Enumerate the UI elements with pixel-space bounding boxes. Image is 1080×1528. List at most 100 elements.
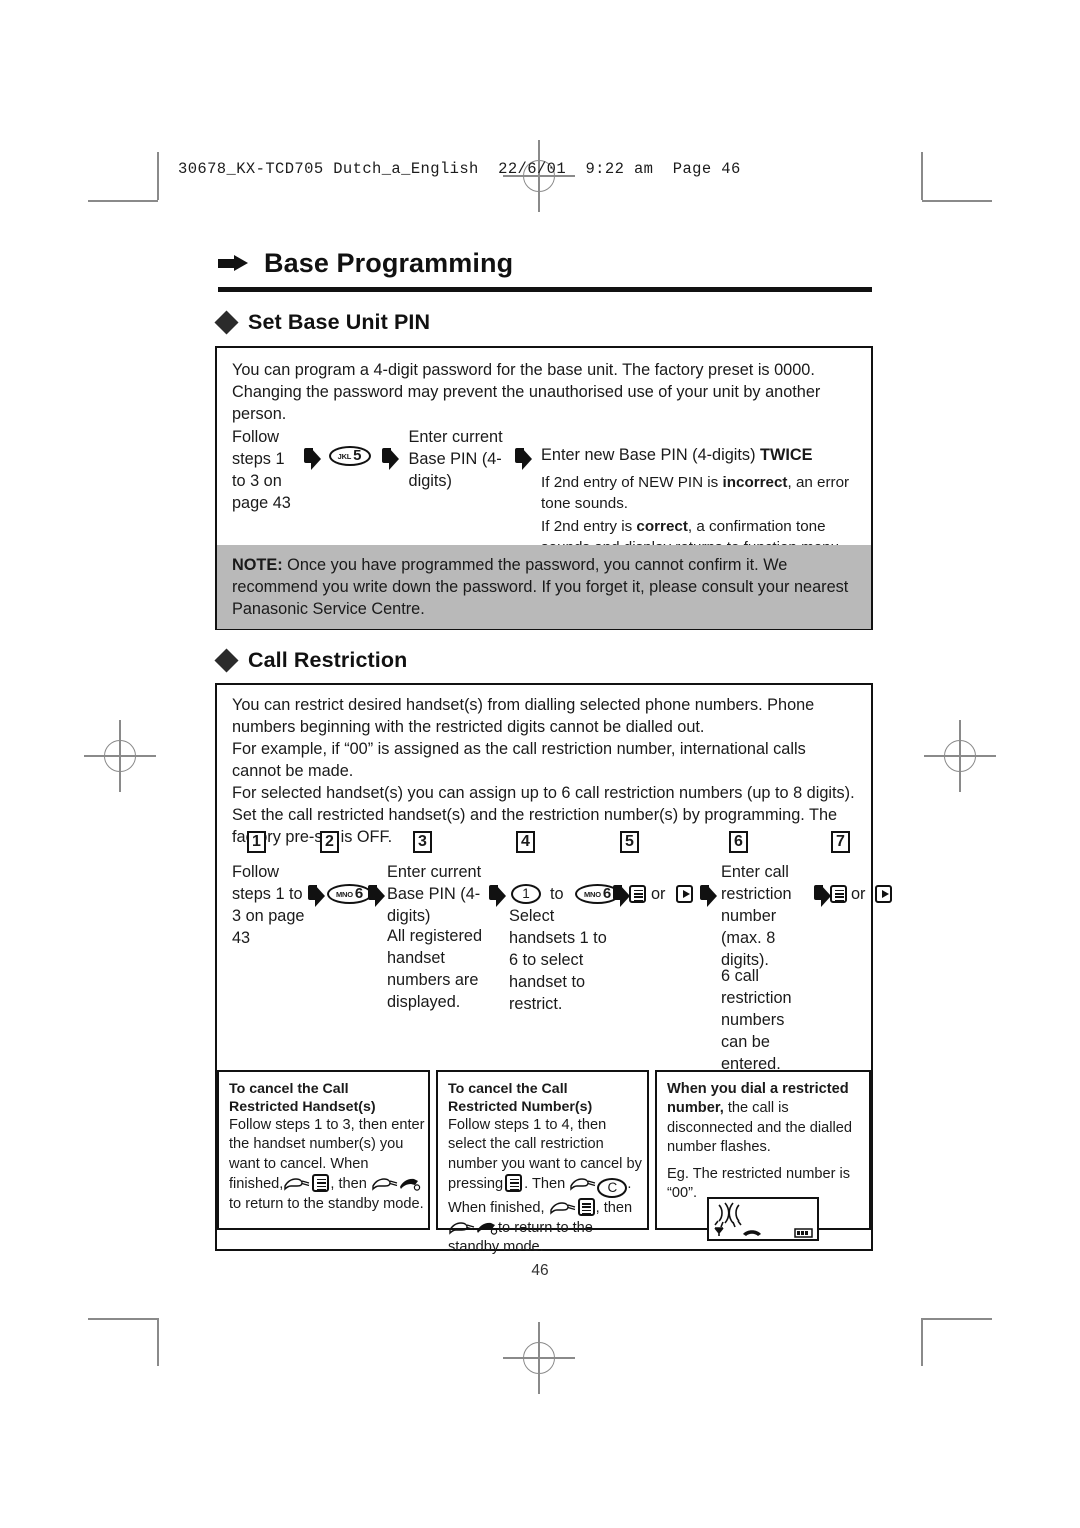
keypad-key-6-icon: MNO 6 — [327, 884, 373, 904]
trim-line-top-left — [88, 200, 158, 202]
menu-button-icon — [577, 1198, 595, 1217]
tip-box-cancel-handsets: To cancel the Call Restricted Handset(s)… — [217, 1070, 430, 1230]
right-soft-key-icon — [875, 885, 892, 903]
tip-body-e: , then — [595, 1200, 633, 1217]
section-heading-set-base-unit-pin: Set Base Unit PIN — [214, 310, 431, 335]
chapter-title: Base Programming — [218, 248, 878, 279]
menu-button-icon — [629, 885, 646, 903]
registration-mark-left — [84, 720, 156, 792]
handset-display-illustration — [707, 1197, 819, 1241]
pin-note-incorrect-b: incorrect — [722, 474, 788, 491]
key-letter: C — [607, 1180, 618, 1196]
section-title: Call Restriction — [248, 648, 408, 672]
intro-line-1: You can restrict desired handset(s) from… — [232, 696, 815, 737]
note-label: NOTE: — [232, 556, 283, 574]
pin-flow-step-4: Enter new Base PIN (4-digits) TWICE If 2… — [541, 426, 860, 558]
call-restriction-intro: You can restrict desired handset(s) from… — [232, 694, 858, 849]
step-badge-5: 5 — [620, 831, 639, 853]
key-digit: 5 — [353, 447, 362, 464]
cr-step-6-top: Enter call restriction number (max. 8 di… — [721, 863, 792, 969]
key-digit: 6 — [354, 885, 364, 902]
hand-pointer-icon — [549, 1201, 577, 1216]
prepress-file-header: 30678_KX-TCD705 Dutch_a_English 22/6/01 … — [178, 160, 741, 178]
trim-line-top-right — [922, 200, 992, 202]
key-digit: 1 — [522, 885, 530, 901]
display-icons — [714, 1202, 813, 1238]
cr-step-3-top: Enter current Base PIN (4-digits) — [387, 863, 482, 925]
tip-body-c: to return to the standby mode. — [229, 1195, 424, 1212]
flow-arrow-icon — [515, 448, 533, 471]
trim-line-top-left-v — [157, 152, 159, 200]
tip-title: To cancel the Call Restricted Handset(s) — [229, 1081, 376, 1116]
keypad-key-1-icon: 1 — [511, 884, 541, 904]
key-letters: MNO — [336, 890, 353, 899]
title-rule — [218, 287, 872, 292]
cr-step-4-to-label: to — [550, 885, 564, 903]
pin-step4-twice: TWICE — [760, 446, 813, 464]
call-restriction-content-box: You can restrict desired handset(s) from… — [215, 683, 892, 1255]
step-number-row: 1 2 3 4 5 6 7 — [217, 831, 875, 855]
menu-button-icon — [505, 1174, 523, 1193]
trim-line-bottom-right — [922, 1318, 992, 1320]
power-off-key-icon — [399, 1176, 421, 1191]
cr-step-1-text: Follow steps 1 to 3 on page 43 — [232, 863, 305, 947]
pin-flow-diagram: Follow steps 1 to 3 on page 43 JKL 5 Ent… — [232, 426, 860, 558]
trim-line-bottom-left-v — [157, 1318, 159, 1366]
hand-pointer-icon — [371, 1177, 399, 1191]
power-off-key-icon — [476, 1220, 498, 1235]
menu-button-icon — [312, 1174, 330, 1193]
section-title: Set Base Unit PIN — [248, 310, 431, 334]
hand-pointer-icon — [569, 1177, 597, 1191]
tip-title: To cancel the Call Restricted Number(s) — [448, 1081, 593, 1116]
call-restriction-flow-diagram: Follow steps 1 to 3 on page 43 MNO 6 Ent… — [217, 861, 892, 1073]
page-number: 46 — [531, 1262, 549, 1279]
trim-line-top-right-v — [921, 152, 923, 200]
step-badge-2: 2 — [320, 831, 339, 853]
flow-arrow-icon — [814, 885, 831, 908]
flow-arrow-icon — [489, 885, 506, 908]
pin-note-correct-a: If 2nd entry is — [541, 518, 637, 536]
right-arrow-icon — [218, 255, 248, 272]
trim-line-bottom-right-v — [921, 1318, 923, 1366]
keypad-key-5-icon: JKL 5 — [328, 446, 371, 466]
step-badge-3: 3 — [413, 831, 432, 853]
diamond-bullet-icon — [214, 648, 239, 673]
pin-content-box: You can program a 4-digit password for t… — [215, 346, 873, 630]
cr-step-7-or: or — [851, 885, 866, 903]
tip-body-b: . Then — [524, 1176, 566, 1193]
tip-body-b: , then — [330, 1176, 367, 1193]
hand-pointer-icon — [283, 1177, 311, 1191]
clear-key-icon: C — [597, 1178, 628, 1199]
cr-step-3-body: All registered handset numbers are displ… — [387, 927, 483, 1011]
pin-note-box: NOTE: Once you have programmed the passw… — [217, 545, 871, 629]
flow-arrow-icon — [368, 885, 385, 908]
cr-step-5-or: or — [651, 885, 666, 903]
intro-line-2: For example, if “00” is assigned as the … — [232, 740, 806, 781]
registration-mark-right — [924, 720, 996, 792]
page-title: Base Programming — [264, 248, 514, 278]
menu-button-icon — [830, 885, 847, 903]
key-letters: JKL — [337, 452, 352, 461]
tip-box-dial-restricted: When you dial a restricted number, the c… — [655, 1070, 871, 1241]
section-heading-call-restriction: Call Restriction — [214, 648, 408, 673]
pin-note-correct-b: correct — [636, 518, 688, 536]
step-badge-7: 7 — [831, 831, 850, 853]
right-soft-key-icon — [676, 885, 693, 903]
pin-intro-text: You can program a 4-digit password for t… — [232, 361, 821, 424]
pin-note-incorrect-a: If 2nd entry of NEW PIN is — [541, 474, 723, 491]
flow-arrow-icon — [303, 448, 321, 471]
key-digit: 6 — [602, 885, 612, 902]
pin-flow-step-3: Enter current Base PIN (4-digits) — [408, 428, 503, 490]
flow-arrow-icon — [308, 885, 325, 908]
pin-step4-title: Enter new Base PIN (4-digits) — [541, 446, 761, 464]
flow-arrow-icon — [613, 885, 630, 908]
pin-flow-step-1: Follow steps 1 to 3 on page 43 — [232, 428, 291, 512]
registration-mark-bottom — [503, 1322, 575, 1394]
step-badge-6: 6 — [729, 831, 748, 853]
step-badge-1: 1 — [247, 831, 266, 853]
hand-pointer-icon — [448, 1221, 476, 1235]
cr-step-4-body: Select handsets 1 to 6 to select handset… — [509, 907, 607, 1013]
step-badge-4: 4 — [516, 831, 535, 853]
manual-page: 30678_KX-TCD705 Dutch_a_English 22/6/01 … — [0, 0, 1080, 1528]
key-letters: MNO — [584, 890, 601, 899]
